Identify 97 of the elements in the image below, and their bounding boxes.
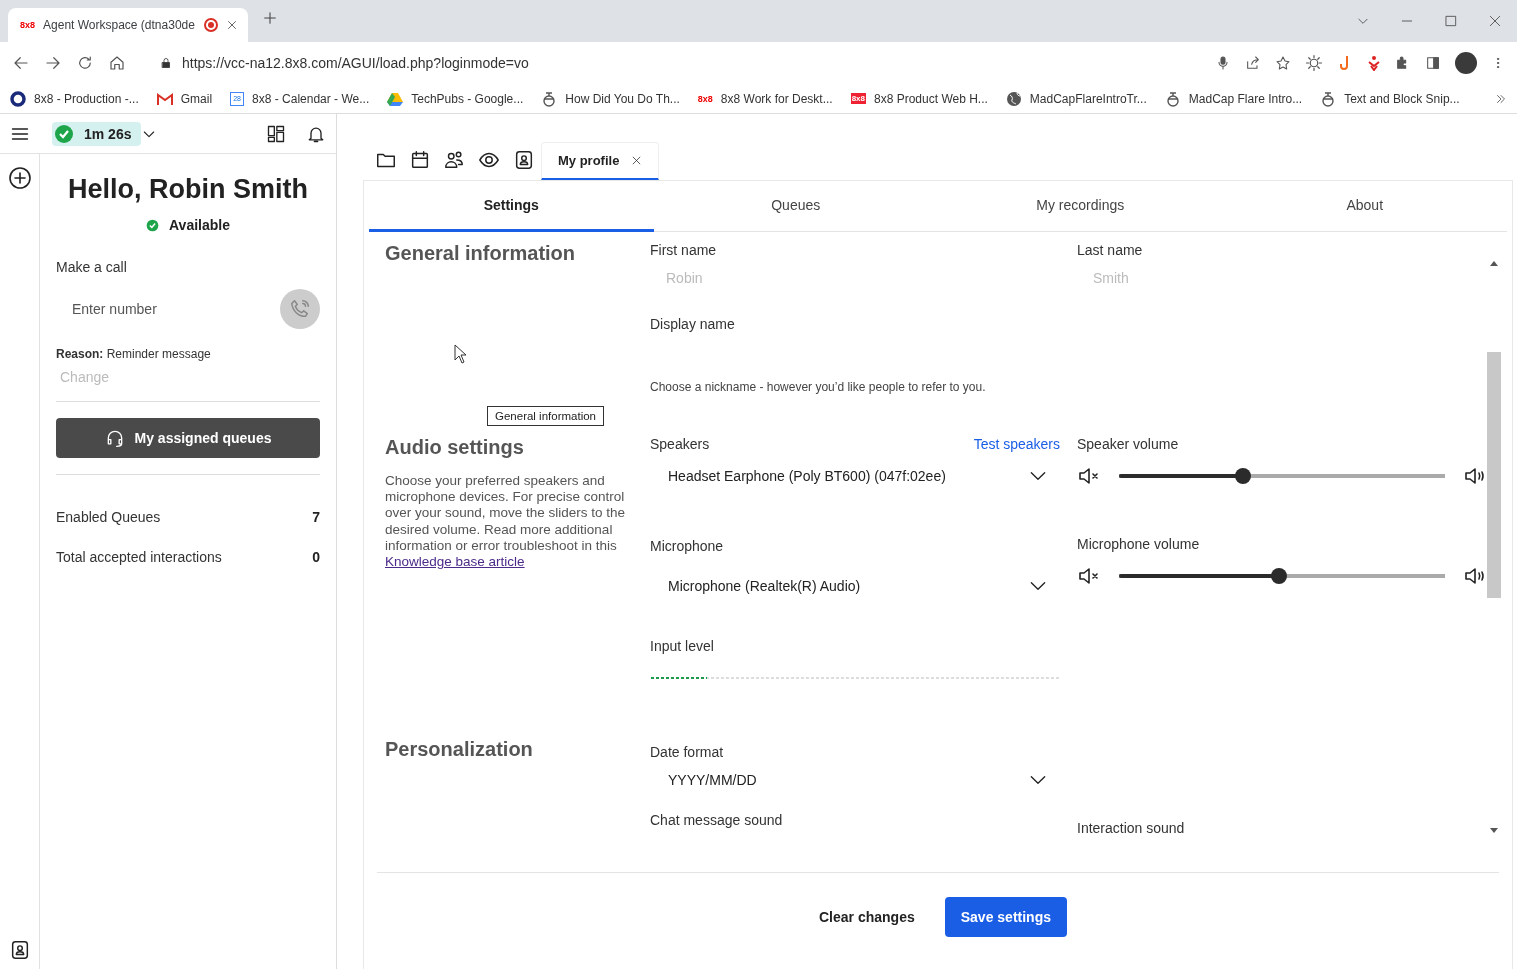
field-label: Last name [1077, 242, 1144, 258]
sun-icon [1305, 54, 1323, 72]
close-icon [226, 19, 238, 31]
share-icon [1245, 55, 1261, 71]
star-icon [1275, 55, 1291, 71]
check-icon [54, 123, 74, 144]
reason-text: Reason: Reminder message [56, 347, 212, 361]
bookmark-link[interactable]: TechPubs - Google... [411, 91, 524, 106]
description-text: Choose your preferred speakers and microphone devices. For precise control over your sound, move the sliders to the desired volume. Read more additional information or error troubleshoot in this Knowledge base article [385, 473, 627, 571]
maximize-icon [1444, 14, 1458, 28]
profile-tab[interactable]: My profile [541, 142, 660, 180]
mail-icon [156, 92, 173, 105]
triangle-icon [387, 91, 404, 106]
status-label: Available [169, 217, 230, 233]
home-icon [108, 54, 126, 72]
stat-value: 7 [312, 509, 320, 525]
section-heading: General information [385, 242, 577, 266]
check-icon [146, 218, 159, 232]
scroll-down-icon[interactable] [1490, 828, 1498, 834]
lock-icon [160, 56, 172, 70]
bookmark-link[interactable]: How Did You Do Th... [565, 91, 680, 106]
clear-changes-button[interactable]: Clear changes [809, 898, 925, 935]
microphone-dropdown[interactable]: Microphone (Realtek(R) Audio) [650, 568, 1060, 604]
field-label: Chat message sound [650, 812, 784, 828]
avatar-icon[interactable] [1455, 52, 1477, 74]
greeting-heading: Hello, Robin Smith [67, 174, 309, 205]
bookmark-link[interactable]: 8x8 Work for Deskt... [720, 91, 833, 106]
field-label: Input level [650, 638, 715, 654]
logo-icon: 8x8 [850, 93, 866, 104]
stat-label: Total accepted interactions [56, 549, 222, 565]
field-label: Speaker volume [1077, 436, 1180, 452]
scrollbar-thumb[interactable] [1487, 352, 1501, 598]
contact-card-icon [513, 149, 535, 171]
close-icon [1488, 14, 1502, 28]
bookmark-link[interactable]: 8x8 - Production -... [34, 91, 139, 106]
field-label: Date format [650, 744, 725, 760]
field-label: Microphone volume [1077, 536, 1201, 552]
slider-thumb[interactable] [1270, 568, 1287, 584]
chevron-double-right-icon [1495, 92, 1507, 105]
status-timer[interactable]: 1m 26s [52, 121, 142, 146]
slider-thumb[interactable] [1234, 468, 1251, 484]
bookmark-link[interactable]: Text and Block Snip... [1344, 91, 1460, 106]
scroll-up-icon[interactable] [1490, 260, 1498, 266]
propeller-hat-icon [1320, 90, 1337, 107]
phone-icon [289, 298, 311, 320]
assigned-queues-button[interactable]: My assigned queues [56, 418, 320, 458]
side-panel-icon [1425, 55, 1441, 71]
date-format-dropdown[interactable]: YYYY/MM/DD [650, 762, 1060, 798]
timer-text: 1m 26s [84, 125, 132, 142]
make-call-label: Make a call [56, 259, 128, 275]
propeller-hat-icon [541, 90, 558, 107]
favicon-icon: 8x8 [20, 20, 36, 30]
test-speakers-link[interactable]: Test speakers [973, 436, 1060, 452]
people-icon [443, 149, 465, 171]
forward-icon [44, 54, 62, 72]
close-icon[interactable] [631, 155, 643, 166]
settings-tab[interactable]: Queues [653, 181, 938, 232]
url-text[interactable]: https://vcc-na12.8x8.com/AGUI/load.php?loginmode=vo [182, 55, 529, 71]
globe-icon [1005, 90, 1022, 107]
bookmark-link[interactable]: 8x8 - Calendar - We... [252, 91, 370, 106]
ring-icon [10, 90, 26, 107]
bookmark-link[interactable]: Gmail [180, 91, 213, 106]
bookmark-link[interactable]: 8x8 Product Web H... [874, 91, 988, 106]
settings-tab[interactable]: About [1222, 181, 1507, 232]
arrow-down-icon [1367, 55, 1381, 71]
phone-number-field[interactable]: Enter number [56, 301, 280, 317]
reload-icon [76, 54, 94, 72]
section-heading: Audio settings [385, 436, 525, 459]
settings-tab[interactable]: Settings [369, 181, 654, 232]
stat-value: 0 [312, 549, 320, 565]
browser-tab[interactable]: 8x8 Agent Workspace (dtna30de [8, 8, 248, 42]
calendar-icon [409, 149, 431, 171]
bookmark-link[interactable]: MadCapFlareIntroTr... [1029, 91, 1147, 106]
hint-text: Choose a nickname - however you’d like people to refer to you. [650, 380, 987, 394]
propeller-hat-icon [1164, 90, 1181, 107]
knowledge-base-link[interactable]: Knowledge base article [385, 553, 525, 569]
stat-label: Enabled Queues [56, 509, 161, 525]
add-icon [7, 166, 32, 190]
microphone-icon [1215, 55, 1231, 71]
speakers-dropdown[interactable]: Headset Earphone (Poly BT600) (047f:02ee) [650, 458, 1060, 494]
tooltip: General information [487, 406, 604, 426]
field-label: First name [650, 242, 718, 258]
tab-title: Agent Workspace (dtna30de [43, 18, 196, 32]
new-tab-icon [262, 10, 278, 26]
field-label: Display name [650, 316, 736, 332]
field-label: Microphone [650, 538, 725, 554]
settings-tab[interactable]: My recordings [938, 181, 1223, 232]
bookmark-link[interactable]: MadCap Flare Intro... [1188, 91, 1303, 106]
section-heading: Personalization [385, 738, 534, 762]
logo-icon: 8x8 [697, 93, 713, 104]
back-icon [12, 54, 30, 72]
dashboard-icon [266, 123, 286, 144]
field-label: Speakers [650, 436, 710, 452]
pointer-icon [454, 344, 467, 364]
field-label: Interaction sound [1077, 820, 1186, 836]
call-button[interactable] [280, 289, 320, 329]
save-settings-button[interactable]: Save settings [944, 896, 1067, 937]
